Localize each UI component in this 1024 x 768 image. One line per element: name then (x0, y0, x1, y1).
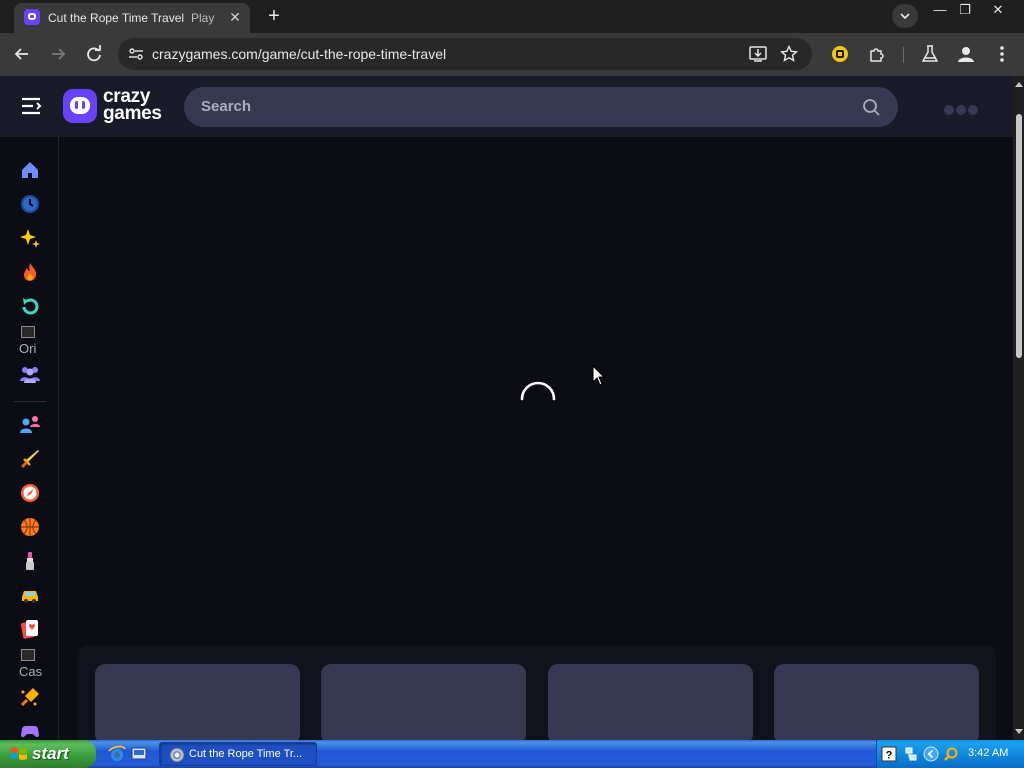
browser-tab-bar: Cut the Rope Time Travel Play ✕ + — ❐ ✕ (0, 0, 1024, 33)
car-icon[interactable] (19, 584, 41, 606)
home-icon[interactable] (19, 159, 41, 181)
tab-search-button[interactable] (892, 4, 918, 28)
magnifier-tray-icon[interactable] (943, 746, 959, 762)
forward-button[interactable] (47, 43, 69, 65)
new-tab-button[interactable]: + (263, 5, 285, 27)
taskbar-task-chrome[interactable]: Cut the Rope Time Tr... (159, 742, 317, 766)
start-label: start (32, 744, 69, 763)
search-icon[interactable] (862, 98, 881, 117)
scroll-up-icon[interactable] (1015, 82, 1023, 87)
chrome-icon (170, 748, 184, 762)
loading-spinner-icon (520, 381, 556, 401)
tab-title-secondary: Play (191, 11, 215, 25)
site-info-icon[interactable] (128, 47, 144, 61)
extension-badge-icon[interactable] (830, 44, 850, 64)
taskbar-clock[interactable]: 3:42 AM (968, 747, 1008, 759)
windows-flag-icon (11, 747, 27, 760)
game-card-placeholder[interactable] (774, 664, 979, 744)
card-icon[interactable] (19, 618, 41, 640)
site-header: crazy games Search (0, 76, 1013, 137)
search-input[interactable]: Search (184, 87, 898, 127)
crazygames-logo[interactable]: crazy games (63, 86, 173, 126)
search-placeholder: Search (201, 98, 252, 115)
install-app-icon[interactable] (748, 45, 768, 63)
system-tray: ? 3:42 AM (876, 740, 1024, 768)
beauty-icon[interactable] (19, 550, 41, 572)
os-taskbar: start Cut the Rope Time Tr... ? 3:42 AM (0, 740, 1024, 768)
browser-tab-active[interactable]: Cut the Rope Time Travel Play ✕ (14, 3, 250, 33)
compass-icon[interactable] (19, 482, 41, 504)
url-text: crazygames.com/game/cut-the-rope-time-tr… (152, 46, 447, 62)
sidebar-item-casual-label[interactable]: Cas (19, 664, 43, 679)
clicker-icon[interactable] (19, 686, 41, 708)
fire-icon[interactable] (19, 261, 41, 283)
kebab-menu-icon[interactable] (992, 44, 1012, 64)
tab-close-icon[interactable]: ✕ (226, 8, 244, 26)
group-icon[interactable] (19, 363, 41, 385)
related-games-panel (78, 645, 996, 744)
mouse-pointer-icon (592, 365, 606, 386)
svg-text:?: ? (886, 750, 893, 762)
restore-button[interactable]: ❐ (953, 3, 977, 19)
sword-icon[interactable] (19, 448, 41, 470)
collapse-tray-icon[interactable] (923, 746, 939, 762)
scrollbar-thumb[interactable] (1016, 114, 1022, 358)
refresh-icon[interactable] (19, 295, 41, 317)
arrow-left-icon (14, 48, 28, 60)
header-loading-placeholder (944, 102, 980, 115)
category-sidebar: Ori Cas (0, 137, 59, 740)
page-scrollbar[interactable] (1013, 76, 1024, 740)
minimize-button[interactable]: — (928, 3, 952, 19)
bookmark-star-icon[interactable] (780, 45, 798, 63)
sidebar-divider (14, 401, 46, 402)
reload-button[interactable] (83, 43, 105, 65)
chevron-down-icon (900, 13, 910, 20)
address-bar[interactable]: crazygames.com/game/cut-the-rope-time-tr… (118, 38, 812, 70)
browser-toolbar: crazygames.com/game/cut-the-rope-time-tr… (0, 33, 1024, 76)
two-players-icon[interactable] (19, 414, 41, 436)
game-card-placeholder[interactable] (548, 664, 753, 744)
labs-flask-icon[interactable] (920, 44, 940, 64)
logo-wordmark: crazy games (103, 86, 162, 124)
back-button[interactable] (11, 43, 33, 65)
sidebar-item-originals-label[interactable]: Ori (19, 341, 43, 356)
basketball-icon[interactable] (19, 516, 41, 538)
show-desktop-icon[interactable] (130, 745, 148, 763)
network-icon[interactable] (903, 746, 919, 762)
game-card-placeholder[interactable] (95, 664, 300, 744)
tab-title: Cut the Rope Time Travel (48, 11, 185, 25)
clock-icon[interactable] (19, 193, 41, 215)
toolbar-separator (903, 47, 904, 63)
profile-avatar-icon[interactable] (956, 44, 976, 64)
internet-explorer-icon[interactable] (108, 745, 126, 763)
crazygames-favicon-icon (24, 9, 40, 25)
extensions-puzzle-icon[interactable] (867, 44, 887, 64)
sparkles-icon[interactable] (19, 227, 41, 249)
game-card-placeholder[interactable] (321, 664, 526, 744)
task-label: Cut the Rope Time Tr... (189, 748, 303, 760)
originals-broken-image-icon[interactable] (21, 326, 35, 338)
reload-icon (87, 45, 101, 62)
arrow-right-icon (52, 48, 66, 60)
crazygames-logo-icon (63, 89, 97, 123)
close-window-button[interactable]: ✕ (986, 3, 1010, 19)
start-button[interactable]: start (0, 740, 96, 768)
scroll-down-icon[interactable] (1015, 729, 1023, 734)
sidebar-toggle-icon[interactable] (20, 96, 42, 116)
casual-broken-image-icon[interactable] (21, 649, 35, 661)
help-icon[interactable]: ? (881, 746, 897, 762)
